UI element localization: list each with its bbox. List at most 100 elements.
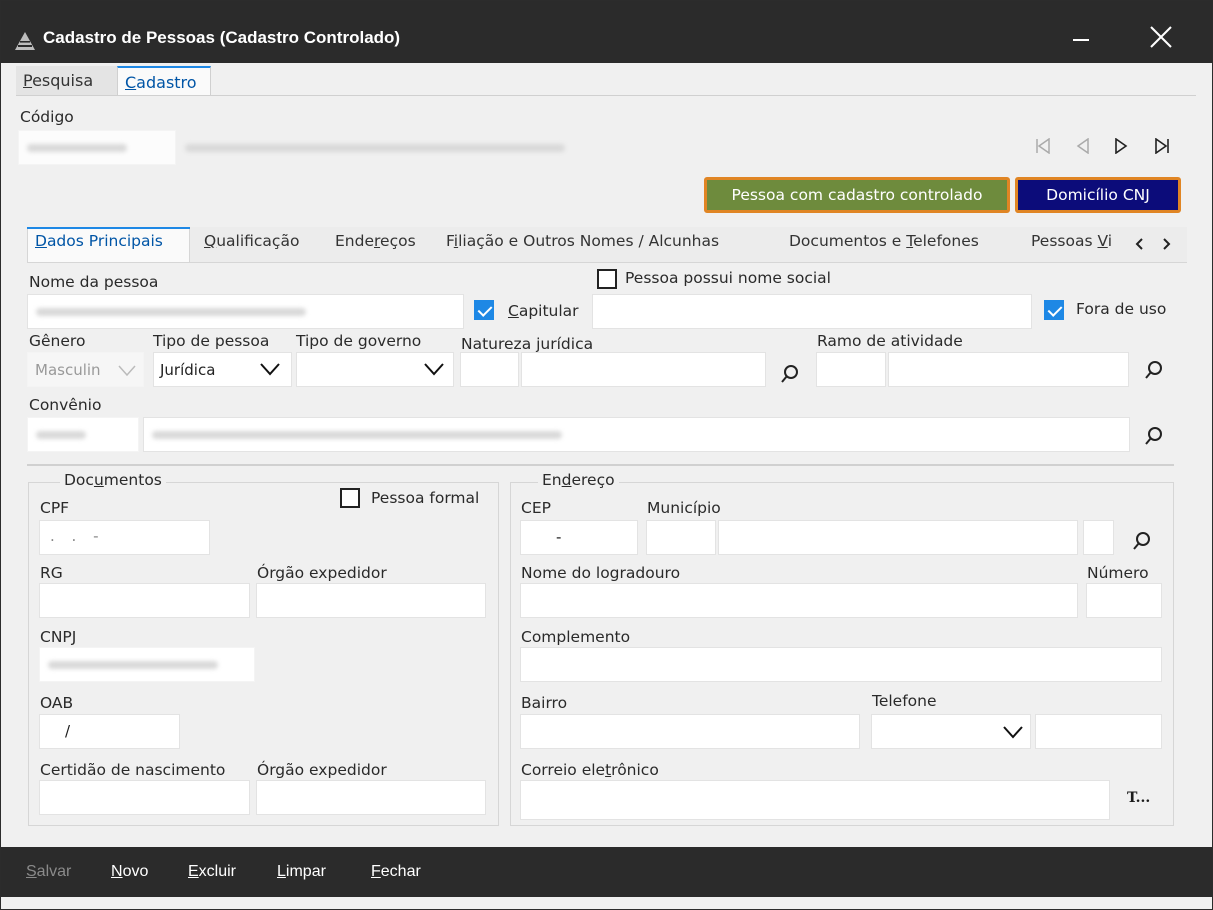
pessoa-controlada-button[interactable]: Pessoa com cadastro controlado [704, 177, 1010, 213]
certidao-label: Certidão de nascimento [40, 761, 226, 779]
subtab-filiacao[interactable]: Filiação e Outros Nomes / Alcunhas [446, 232, 719, 262]
first-record-icon[interactable] [1035, 138, 1051, 154]
capitular-label: Capitular [508, 302, 579, 320]
subtab-documentos-telefones[interactable]: Documentos e Telefones [789, 232, 979, 262]
documentos-title-tail: mentos [103, 471, 162, 489]
telefone-type-select[interactable] [871, 714, 1031, 749]
tab-cadastro-label: adastro [136, 73, 197, 92]
chevron-down-icon [424, 363, 444, 376]
previous-record-icon[interactable] [1076, 138, 1090, 154]
ramo-code-input[interactable] [816, 352, 886, 387]
nome-social-input[interactable] [592, 294, 1032, 329]
tipo-governo-select[interactable] [296, 352, 454, 387]
codigo-label: Código [20, 108, 74, 126]
window-title: Cadastro de Pessoas (Cadastro Controlado… [43, 28, 401, 47]
tab-cadastro[interactable]: Cadastro [117, 66, 211, 95]
salvar-button[interactable]: Salvar [26, 863, 71, 881]
salvar-label-tail: alvar [36, 863, 72, 880]
search-icon[interactable] [1144, 360, 1164, 380]
minimize-icon[interactable] [1073, 39, 1089, 41]
municipio-code-input[interactable] [646, 520, 716, 555]
cnpj-label: CNPJ [40, 628, 77, 646]
limpar-button[interactable]: Limpar [277, 863, 326, 881]
search-icon[interactable] [1132, 531, 1152, 551]
chevron-down-icon [118, 365, 136, 377]
cep-input[interactable]: - [520, 520, 638, 555]
natureza-code-input[interactable] [460, 352, 519, 387]
telefone-label: Telefone [872, 692, 937, 710]
tab-pesquisa-label: esquisa [32, 71, 94, 90]
complemento-input[interactable] [520, 647, 1162, 682]
email-template-button[interactable]: T... [1127, 790, 1150, 806]
limpar-label-tail: impar [285, 863, 326, 880]
documentos-title: Documentos [60, 471, 166, 489]
subtab-enderecos[interactable]: Endereços [335, 232, 416, 262]
nome-social-label: Pessoa possui nome social [625, 269, 831, 287]
tipo-pessoa-select[interactable]: Jurídica [153, 352, 292, 387]
title-bar: Cadastro de Pessoas (Cadastro Controlado… [1, 1, 1212, 63]
logradouro-input[interactable] [520, 583, 1078, 618]
subtab-documentos-label-tail: elefones [913, 232, 979, 250]
municipio-uf-input[interactable] [1083, 520, 1114, 555]
municipio-label: Município [647, 499, 721, 517]
app-logo-icon [15, 32, 35, 50]
fechar-button[interactable]: Fechar [371, 863, 421, 881]
codigo-input[interactable] [18, 130, 176, 165]
chevron-down-icon [1003, 726, 1023, 739]
capitular-checkbox[interactable] [474, 300, 494, 320]
nome-social-checkbox[interactable] [597, 269, 617, 289]
tipo-pessoa-label: Tipo de pessoa [153, 332, 270, 350]
municipio-name-input[interactable] [718, 520, 1078, 555]
subtab-filiacao-label: F [446, 232, 454, 250]
capitular-label-text: apitular [518, 302, 579, 320]
subtab-dados-principais[interactable]: Dados Principais [35, 232, 163, 262]
subtab-qualificacao[interactable]: Qualificação [204, 232, 299, 262]
subtabs-scroll-right-icon[interactable] [1162, 237, 1172, 251]
complemento-label: Complemento [521, 628, 631, 646]
cpf-input[interactable]: . . - [39, 520, 210, 555]
pessoa-controlada-label: Pessoa com cadastro controlado [707, 180, 1007, 210]
cep-label: CEP [521, 499, 551, 517]
endereco-title-tail: ereço [571, 471, 615, 489]
rg-label: RG [40, 564, 63, 582]
pessoa-formal-label: Pessoa formal [371, 489, 480, 507]
excluir-button[interactable]: Excluir [188, 863, 236, 881]
genero-select[interactable]: Masculin [27, 352, 144, 387]
email-input[interactable] [520, 780, 1110, 820]
subtab-qualificacao-label: ualificação [216, 232, 300, 250]
domicilio-cnj-button[interactable]: Domicílio CNJ [1015, 177, 1181, 213]
natureza-name-input[interactable] [521, 352, 766, 387]
convenio-name-input[interactable] [143, 417, 1130, 452]
pessoa-formal-checkbox[interactable] [340, 488, 360, 508]
oab-input[interactable]: / [39, 714, 180, 749]
orgao-expedidor-2-input[interactable] [256, 780, 486, 815]
cnpj-input[interactable] [39, 647, 255, 682]
orgao-expedidor-input[interactable] [256, 583, 486, 618]
search-icon[interactable] [1144, 426, 1164, 446]
last-record-icon[interactable] [1154, 138, 1170, 154]
bairro-input[interactable] [520, 714, 860, 749]
tipo-pessoa-value: Jurídica [160, 361, 216, 379]
novo-button[interactable]: Novo [111, 863, 148, 881]
convenio-code-input[interactable] [27, 417, 139, 452]
subtab-pessoas-label-tail: i [1107, 232, 1113, 250]
next-record-icon[interactable] [1114, 138, 1128, 154]
cnpj-value-redacted [48, 660, 218, 669]
subtab-pessoas-vinculadas[interactable]: Pessoas Vi [1031, 232, 1112, 262]
ramo-name-input[interactable] [888, 352, 1129, 387]
fora-uso-checkbox[interactable] [1044, 300, 1064, 320]
telefone-input[interactable] [1035, 714, 1162, 749]
subtabs-scroll-left-icon[interactable] [1134, 237, 1144, 251]
ramo-label: Ramo de atividade [817, 332, 963, 350]
main-window: Cadastro de Pessoas (Cadastro Controlado… [0, 0, 1213, 910]
cpf-value: . . - [50, 527, 105, 545]
close-icon[interactable] [1149, 25, 1173, 49]
tab-pesquisa[interactable]: Pesquisa [16, 66, 117, 95]
numero-input[interactable] [1086, 583, 1162, 618]
certidao-input[interactable] [39, 780, 250, 815]
natureza-label: Natureza jurídica [461, 335, 594, 353]
search-icon[interactable] [780, 364, 800, 384]
nome-input[interactable] [27, 294, 464, 329]
domicilio-cnj-label: Domicílio CNJ [1018, 180, 1178, 210]
rg-input[interactable] [39, 583, 250, 618]
